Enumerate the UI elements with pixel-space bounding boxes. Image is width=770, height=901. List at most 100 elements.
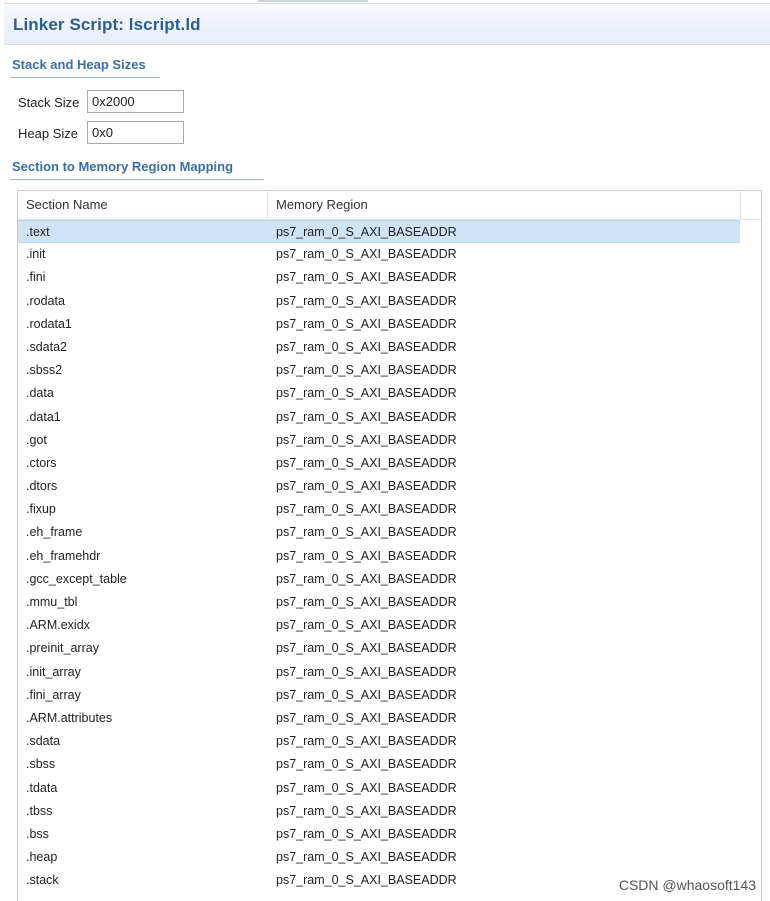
table-row[interactable]: .init ps7_ram_0_S_AXI_BASEADDR <box>18 243 740 266</box>
memory-region-cell[interactable]: ps7_ram_0_S_AXI_BASEADDR <box>276 247 457 261</box>
table-row[interactable]: .sdata2 ps7_ram_0_S_AXI_BASEADDR <box>18 336 740 359</box>
table-row[interactable]: .mmu_tbl ps7_ram_0_S_AXI_BASEADDR <box>18 591 740 614</box>
section-name-cell: .eh_framehdr <box>26 548 101 563</box>
section-name-cell: .rodata <box>26 293 65 308</box>
memory-region-cell[interactable]: ps7_ram_0_S_AXI_BASEADDR <box>276 757 457 771</box>
top-edge-line <box>258 0 368 2</box>
memory-region-cell[interactable]: ps7_ram_0_S_AXI_BASEADDR <box>276 641 457 655</box>
page-title: Linker Script: lscript.ld <box>13 15 201 34</box>
section-name-cell: .text <box>26 225 50 239</box>
memory-region-cell[interactable]: ps7_ram_0_S_AXI_BASEADDR <box>276 386 457 400</box>
table-row[interactable]: .tdata ps7_ram_0_S_AXI_BASEADDR <box>18 777 740 800</box>
section-name-cell: .ARM.attributes <box>26 710 113 725</box>
table-row[interactable]: .text ps7_ram_0_S_AXI_BASEADDR <box>18 220 740 244</box>
table-row[interactable]: .sbss ps7_ram_0_S_AXI_BASEADDR <box>18 753 740 776</box>
memory-region-cell[interactable]: ps7_ram_0_S_AXI_BASEADDR <box>276 294 457 308</box>
memory-region-cell[interactable]: ps7_ram_0_S_AXI_BASEADDR <box>276 734 457 748</box>
table-body: .text ps7_ram_0_S_AXI_BASEADDR .init ps7_ra… <box>18 220 761 892</box>
column-header-memory-region[interactable]: Memory Region <box>276 197 368 212</box>
section-name-cell: .sdata2 <box>26 339 68 354</box>
memory-region-cell[interactable]: ps7_ram_0_S_AXI_BASEADDR <box>276 688 457 702</box>
table-row[interactable]: .rodata ps7_ram_0_S_AXI_BASEADDR <box>18 290 740 313</box>
mapping-section-title: Section to Memory Region Mapping <box>12 159 234 174</box>
section-name-cell: .eh_frame <box>26 525 83 540</box>
section-name-cell: .ARM.exidx <box>26 618 90 633</box>
table-header: Section Name Memory Region <box>18 191 761 220</box>
watermark-text: CSDN @whaosoft143 <box>618 877 756 893</box>
table-row[interactable]: .init_array ps7_ram_0_S_AXI_BASEADDR <box>18 661 740 684</box>
memory-region-cell[interactable]: ps7_ram_0_S_AXI_BASEADDR <box>276 781 457 795</box>
section-name-cell: .got <box>26 432 47 447</box>
memory-region-cell[interactable]: ps7_ram_0_S_AXI_BASEADDR <box>276 225 457 239</box>
section-name-cell: .sbss <box>26 757 56 772</box>
section-name-cell: .fini_array <box>26 687 81 702</box>
table-row[interactable]: .gcc_except_table ps7_ram_0_S_AXI_BASEADD… <box>18 568 740 591</box>
heap-size-input[interactable] <box>87 121 184 144</box>
table-row[interactable]: .eh_framehdr ps7_ram_0_S_AXI_BASEADDR <box>18 545 740 568</box>
section-name-cell: .ctors <box>26 455 57 470</box>
memory-region-cell[interactable]: ps7_ram_0_S_AXI_BASEADDR <box>276 270 457 284</box>
section-name-cell: .sdata <box>26 734 61 749</box>
table-row[interactable]: .sdata ps7_ram_0_S_AXI_BASEADDR <box>18 730 740 753</box>
linker-script-editor: Linker Script: lscript.ld Stack and Heap… <box>0 0 770 901</box>
column-separator-end[interactable] <box>740 191 741 219</box>
table-row[interactable]: .sbss2 ps7_ram_0_S_AXI_BASEADDR <box>18 359 740 382</box>
memory-region-cell[interactable]: ps7_ram_0_S_AXI_BASEADDR <box>276 410 457 424</box>
memory-region-cell[interactable]: ps7_ram_0_S_AXI_BASEADDR <box>276 433 457 447</box>
memory-region-cell[interactable]: ps7_ram_0_S_AXI_BASEADDR <box>276 850 457 864</box>
table-row[interactable]: .heap ps7_ram_0_S_AXI_BASEADDR <box>18 846 740 869</box>
section-name-cell: .data1 <box>26 409 61 424</box>
table-row[interactable]: .rodata1 ps7_ram_0_S_AXI_BASEADDR <box>18 313 740 336</box>
table-row[interactable]: .data ps7_ram_0_S_AXI_BASEADDR <box>18 382 740 405</box>
memory-region-cell[interactable]: ps7_ram_0_S_AXI_BASEADDR <box>276 665 457 679</box>
memory-region-cell[interactable]: ps7_ram_0_S_AXI_BASEADDR <box>276 363 457 377</box>
section-name-cell: .tbss <box>26 803 53 818</box>
table-row[interactable]: .ARM.exidx ps7_ram_0_S_AXI_BASEADDR <box>18 614 740 637</box>
memory-region-cell[interactable]: ps7_ram_0_S_AXI_BASEADDR <box>276 456 457 470</box>
table-row[interactable]: .ARM.attributes ps7_ram_0_S_AXI_BASEADDR <box>18 707 740 730</box>
table-row[interactable]: .fini ps7_ram_0_S_AXI_BASEADDR <box>18 266 740 289</box>
memory-region-cell[interactable]: ps7_ram_0_S_AXI_BASEADDR <box>276 525 457 539</box>
heap-size-label: Heap Size <box>18 126 78 141</box>
section-name-cell: .rodata1 <box>26 316 72 331</box>
table-row[interactable]: .ctors ps7_ram_0_S_AXI_BASEADDR <box>18 452 740 475</box>
table-row[interactable]: .preinit_array ps7_ram_0_S_AXI_BASEADDR <box>18 637 740 660</box>
table-row[interactable]: .fini_array ps7_ram_0_S_AXI_BASEADDR <box>18 684 740 707</box>
section-name-cell: .tdata <box>26 780 58 795</box>
section-name-cell: .fini <box>26 270 46 285</box>
section-name-cell: .data <box>26 386 54 401</box>
memory-region-cell[interactable]: ps7_ram_0_S_AXI_BASEADDR <box>276 502 457 516</box>
memory-region-cell[interactable]: ps7_ram_0_S_AXI_BASEADDR <box>276 873 457 887</box>
memory-region-cell[interactable]: ps7_ram_0_S_AXI_BASEADDR <box>276 572 457 586</box>
memory-region-cell[interactable]: ps7_ram_0_S_AXI_BASEADDR <box>276 317 457 331</box>
section-name-cell: .preinit_array <box>26 641 99 656</box>
memory-region-cell[interactable]: ps7_ram_0_S_AXI_BASEADDR <box>276 549 457 563</box>
section-name-cell: .fixup <box>26 502 56 517</box>
stack-size-input[interactable] <box>87 90 184 113</box>
table-row[interactable]: .fixup ps7_ram_0_S_AXI_BASEADDR <box>18 498 740 521</box>
memory-region-cell[interactable]: ps7_ram_0_S_AXI_BASEADDR <box>276 479 457 493</box>
column-separator[interactable] <box>267 191 268 219</box>
section-name-cell: .dtors <box>26 479 58 494</box>
stack-heap-section-underline <box>10 77 160 78</box>
column-header-section-name[interactable]: Section Name <box>26 197 108 212</box>
table-row[interactable]: .got ps7_ram_0_S_AXI_BASEADDR <box>18 429 740 452</box>
table-row[interactable]: .bss ps7_ram_0_S_AXI_BASEADDR <box>18 823 740 846</box>
table-row[interactable]: .eh_frame ps7_ram_0_S_AXI_BASEADDR <box>18 521 740 544</box>
table-row[interactable]: .tbss ps7_ram_0_S_AXI_BASEADDR <box>18 800 740 823</box>
memory-region-cell[interactable]: ps7_ram_0_S_AXI_BASEADDR <box>276 804 457 818</box>
table-row[interactable]: .dtors ps7_ram_0_S_AXI_BASEADDR <box>18 475 740 498</box>
section-name-cell: .bss <box>26 826 49 841</box>
section-name-cell: .sbss2 <box>26 363 63 378</box>
stack-heap-section-title: Stack and Heap Sizes <box>12 57 146 72</box>
memory-region-cell[interactable]: ps7_ram_0_S_AXI_BASEADDR <box>276 595 457 609</box>
section-name-cell: .heap <box>26 850 58 865</box>
editor-header: Linker Script: lscript.ld <box>4 3 770 45</box>
memory-region-cell[interactable]: ps7_ram_0_S_AXI_BASEADDR <box>276 340 457 354</box>
mapping-section-underline <box>10 179 264 180</box>
memory-region-cell[interactable]: ps7_ram_0_S_AXI_BASEADDR <box>276 618 457 632</box>
table-row[interactable]: .data1 ps7_ram_0_S_AXI_BASEADDR <box>18 406 740 429</box>
memory-region-cell[interactable]: ps7_ram_0_S_AXI_BASEADDR <box>276 711 457 725</box>
memory-region-cell[interactable]: ps7_ram_0_S_AXI_BASEADDR <box>276 827 457 841</box>
stack-size-label: Stack Size <box>18 95 80 110</box>
